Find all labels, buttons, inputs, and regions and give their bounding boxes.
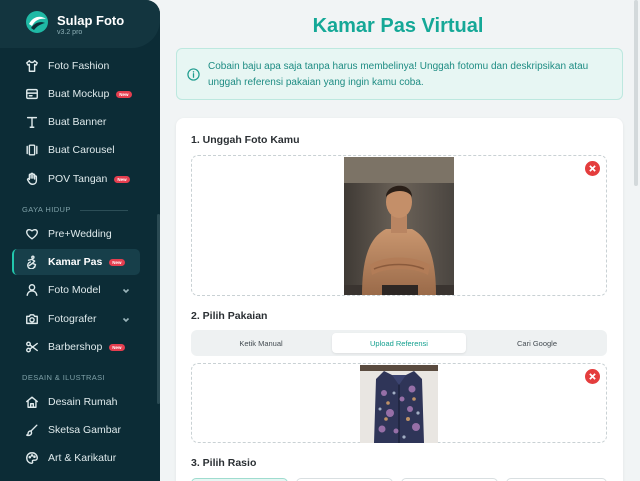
new-badge: New [116,90,132,98]
section-label-gaya-hidup: GAYA HIDUP [22,205,71,214]
sidebar-item-label: Barbershop [48,341,103,353]
chevron-down-icon[interactable] [122,286,130,294]
tab-ketik-manual[interactable]: Ketik Manual [194,333,328,353]
sidebar-item-label: Fotografer [48,313,97,325]
main-scrollbar[interactable] [634,0,638,186]
sidebar-item-label: Sketsa Gambar [48,424,121,436]
info-banner: Cobain baju apa saja tanpa harus membeli… [176,48,623,100]
sidebar-item-buat-mockup[interactable]: Buat Mockup New [12,81,140,107]
sidebar-item-label: Foto Fashion [48,60,110,72]
sidebar-item-label: Art & Karikatur [48,452,117,464]
step1-label: 1. Unggah Foto Kamu [191,134,300,146]
heart-icon [24,226,40,242]
carousel-icon [24,142,40,158]
scissors-icon [24,339,40,355]
tab-upload-referensi[interactable]: Upload Referensi [332,333,466,353]
sidebar-item-label: Kamar Pas [48,256,103,268]
sidebar-item-art-karikatur[interactable]: Art & Karikatur [12,445,140,471]
chevron-down-icon[interactable] [122,315,130,323]
step2-label: 2. Pilih Pakaian [191,310,268,322]
section-divider [80,210,128,211]
sidebar-item-buat-carousel[interactable]: Buat Carousel [12,137,140,163]
user-icon [24,282,40,298]
sidebar-item-label: Buat Carousel [48,144,115,156]
camera-icon [24,311,40,327]
sidebar-item-foto-model[interactable]: Foto Model [12,277,140,303]
brush-icon [24,422,40,438]
sidebar-item-barbershop[interactable]: Barbershop New [12,334,140,360]
brand-header: Sulap Foto v3.2 pro [0,0,160,48]
photo-upload-zone[interactable] [191,155,607,296]
clothing-reference-preview [360,365,438,443]
new-badge: New [109,258,125,266]
close-icon [589,373,596,380]
uploaded-photo-preview [344,157,454,295]
sidebar-item-label: POV Tangan [48,173,108,185]
new-badge: New [109,343,125,351]
main-content: Kamar Pas Virtual Cobain baju apa saja t… [160,0,640,481]
info-icon [187,68,200,81]
palette-icon [24,450,40,466]
brand-version: v3.2 pro [57,29,83,36]
brand-name: Sulap Foto [57,13,125,28]
sidebar-item-buat-banner[interactable]: Buat Banner [12,109,140,135]
new-badge: New [114,175,130,183]
remove-clothing-button[interactable] [585,369,600,384]
tab-cari-google[interactable]: Cari Google [470,333,604,353]
sidebar-item-label: Pre+Wedding [48,228,112,240]
sidebar-item-kamar-pas[interactable]: Kamar Pas New [12,249,140,275]
sidebar-item-desain-rumah[interactable]: Desain Rumah [12,389,140,415]
accessibility-icon [24,254,40,270]
remove-photo-button[interactable] [585,161,600,176]
page-title: Kamar Pas Virtual [312,15,484,37]
step3-label: 3. Pilih Rasio [191,457,257,469]
sidebar: Sulap Foto v3.2 pro Foto Fashion Buat Mo… [0,0,160,481]
sidebar-item-sketsa-gambar[interactable]: Sketsa Gambar [12,417,140,443]
sidebar-item-label: Buat Banner [48,116,107,128]
hand-icon [24,171,40,187]
form-card: 1. Unggah Foto Kamu 2. Pilih Pakaian Ket… [176,118,623,481]
clothing-source-tabs: Ketik Manual Upload Referensi Cari Googl… [191,330,607,356]
sidebar-item-label: Desain Rumah [48,396,118,408]
sidebar-item-fotografer[interactable]: Fotografer [12,306,140,332]
sidebar-item-foto-fashion[interactable]: Foto Fashion [12,53,140,79]
sidebar-item-pov-tangan[interactable]: POV Tangan New [12,166,140,192]
close-icon [589,165,596,172]
sidebar-item-pre-wedding[interactable]: Pre+Wedding [12,221,140,247]
brand-logo-icon [26,11,48,33]
info-text: Cobain baju apa saja tanpa harus membeli… [208,61,589,88]
mockup-icon [24,86,40,102]
home-icon [24,394,40,410]
clothing-upload-zone[interactable] [191,363,607,443]
sidebar-item-label: Buat Mockup [48,88,110,100]
section-label-desain-ilustrasi: DESAIN & ILUSTRASI [22,373,106,382]
shirt-icon [24,58,40,74]
sidebar-item-label: Foto Model [48,284,101,296]
text-icon [24,114,40,130]
